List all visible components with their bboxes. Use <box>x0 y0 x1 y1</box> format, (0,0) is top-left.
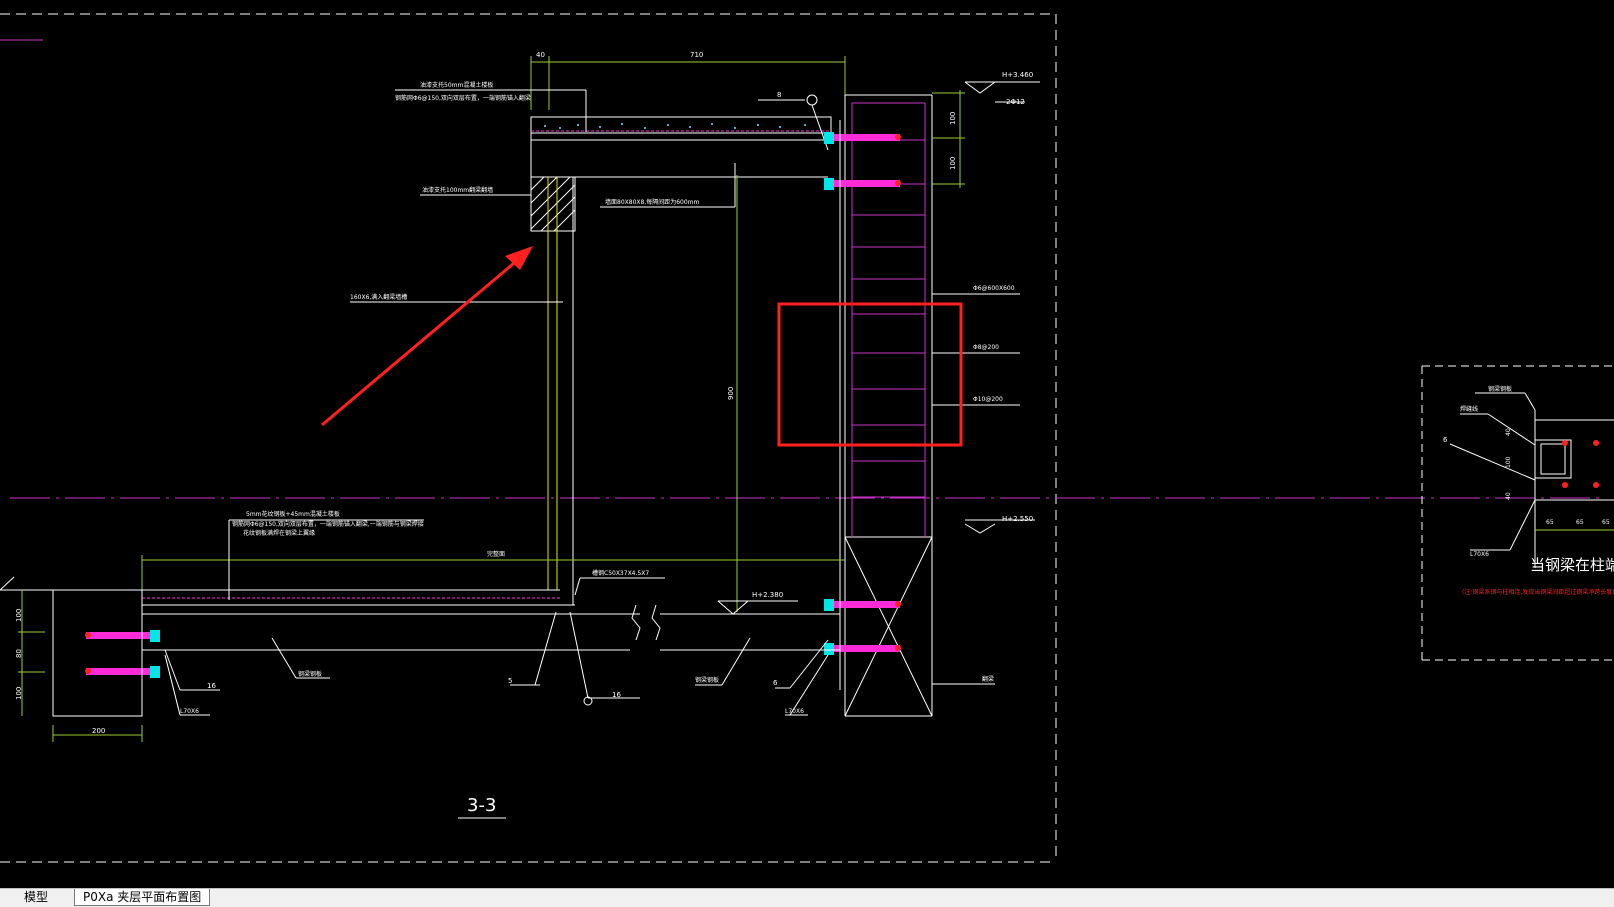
detail-dim-100: 100 <box>1505 456 1512 468</box>
detail-dim-65b: 65 <box>1576 519 1584 526</box>
detail-angle: L70X6 <box>1470 551 1489 558</box>
elevation-top: H+3.460 <box>1002 71 1033 79</box>
sheet-frame <box>0 13 1057 863</box>
note-160: 160X6,满入翻梁墙槽 <box>350 293 407 301</box>
detail-label-a: 钢梁钢板 <box>1488 385 1512 393</box>
note-slab-2: 钢筋网Φ6@150,双向双层布置，一端钢筋锚入翻梁 <box>395 94 531 102</box>
label-beam-1: 钢梁钢板 <box>298 670 322 678</box>
label-channel: 槽钢C50X37X4.5X7 <box>592 569 649 577</box>
upturn-beam <box>530 176 576 232</box>
weld-mark-8: 8 <box>777 91 781 99</box>
dim-100-b: 100 <box>949 157 957 170</box>
slab-dots <box>544 123 806 129</box>
note-floor-1: 5mm花纹钢板+45mm混凝土楼板 <box>246 510 340 518</box>
angle-label-2: L70X6 <box>785 708 804 715</box>
note-slab-1: 油漆支托50mm混凝土楼板 <box>420 81 493 89</box>
label-phi10: Φ10@200 <box>973 396 1003 403</box>
note-floor-2: 钢筋网Φ6@150,双向双层布置，一端钢筋锚入翻梁,一端钢筋与钢梁焊接 <box>232 520 424 528</box>
detail-dim-40a: 40 <box>1505 428 1512 436</box>
concrete-column <box>844 94 933 717</box>
dim-80: 80 <box>15 649 23 658</box>
dim-100-c: 100 <box>15 609 23 622</box>
dim-200: 200 <box>92 727 105 735</box>
note-steel: 墙面80X80X8,每隔间距为600mm <box>605 198 700 206</box>
weld-mark-5: 5 <box>508 677 512 685</box>
angle-label-1: L70X6 <box>180 708 199 715</box>
dim-710: 710 <box>690 51 703 59</box>
note-floor-3: 花纹钢板满焊在钢梁上翼缘 <box>243 529 315 537</box>
steel-post <box>547 177 558 590</box>
layout-tab-bar: 模型 P0Xa 夹层平面布置图 <box>0 888 1614 907</box>
label-beam-2: 钢梁钢板 <box>695 676 719 684</box>
label-column: 翻梁 <box>982 675 994 683</box>
section-title: 3-3 <box>467 795 496 816</box>
floor-slab <box>142 589 840 651</box>
tab-layout-p0xa[interactable]: P0Xa 夹层平面布置图 <box>74 889 211 906</box>
dim-900: 900 <box>727 387 735 400</box>
detail-dim-65a: 65 <box>1546 519 1554 526</box>
detail-note: (注:钢梁系钢与柱相连,发现当钢梁间距超过钢梁净跨长度),其平面做法) <box>1462 588 1614 596</box>
highlight-box <box>777 302 963 447</box>
tab-model[interactable]: 模型 <box>18 889 54 906</box>
elevation-mid: H+2.550 <box>1002 515 1033 523</box>
elevation-low: H+2.380 <box>752 591 783 599</box>
weld-mark-6: 6 <box>773 679 778 687</box>
dim-100-a: 100 <box>949 112 957 125</box>
cad-drawing: 40 710 油漆支托50mm混凝土楼板 钢筋网Φ6@150,双向双层布置，一端… <box>0 13 1614 863</box>
detail-label-6: 6 <box>1443 436 1448 444</box>
top-slab <box>530 116 832 178</box>
detail-dim-65c: 65 <box>1602 519 1610 526</box>
column-rebar <box>851 102 926 537</box>
dim-100-d: 100 <box>15 687 23 700</box>
detail-title: 当钢梁在柱端时 <box>1530 556 1614 574</box>
label-level: 完整面 <box>487 550 505 558</box>
label-phi8: Φ8@200 <box>973 344 999 351</box>
note-beam: 油漆支托100mm翻梁翻墙 <box>422 186 493 194</box>
weld-mark-16a: 16 <box>207 682 216 690</box>
detail-frame <box>1421 365 1614 661</box>
weld-mark-16b: 16 <box>612 691 621 699</box>
red-arrow-annotation <box>321 246 533 427</box>
detail-label-b: 焊缝线 <box>1460 405 1478 413</box>
label-phi6: Φ6@600X600 <box>973 285 1015 292</box>
dim-40: 40 <box>536 51 545 59</box>
rebar-2phi12: 2Φ12 <box>1006 98 1025 106</box>
detail-dim-40b: 40 <box>1505 492 1512 500</box>
cad-drawing-canvas[interactable]: 40 710 油漆支托50mm混凝土楼板 钢筋网Φ6@150,双向双层布置，一端… <box>0 0 1614 888</box>
